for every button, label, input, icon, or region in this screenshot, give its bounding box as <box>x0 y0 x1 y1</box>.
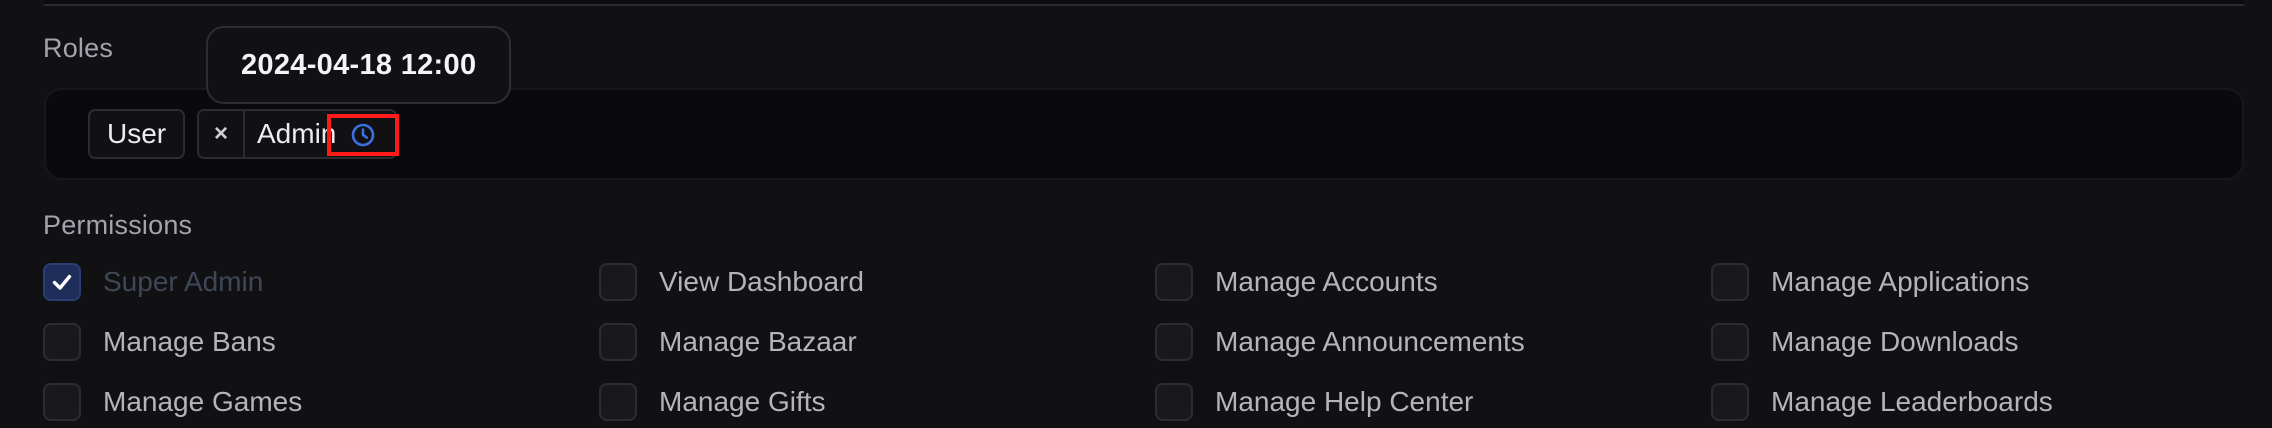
checkbox[interactable] <box>1711 263 1749 301</box>
permission-manage-leaderboards[interactable]: Manage Leaderboards <box>1711 382 2053 422</box>
role-expiry-tooltip: 2024-04-18 12:00 <box>206 26 512 104</box>
permission-manage-applications[interactable]: Manage Applications <box>1711 262 2029 302</box>
checkbox[interactable] <box>1155 383 1193 421</box>
checkbox[interactable] <box>1711 323 1749 361</box>
permission-manage-gifts[interactable]: Manage Gifts <box>599 382 826 422</box>
role-permissions-form: Roles User × Admin 2024-04-18 12:00 Perm… <box>0 0 2272 428</box>
checkbox[interactable] <box>599 383 637 421</box>
permission-label: Manage Announcements <box>1215 326 1525 357</box>
permissions-label: Permissions <box>43 210 193 240</box>
permission-label: Manage Bans <box>103 326 276 357</box>
permission-view-dashboard[interactable]: View Dashboard <box>599 262 864 302</box>
permission-manage-accounts[interactable]: Manage Accounts <box>1155 262 1438 302</box>
permission-label: Manage Bazaar <box>659 326 857 357</box>
permission-manage-bazaar[interactable]: Manage Bazaar <box>599 322 857 362</box>
permission-label: Manage Applications <box>1771 266 2030 297</box>
permission-label: Super Admin <box>103 266 264 297</box>
top-input-edge <box>44 0 2244 6</box>
permission-manage-announcements[interactable]: Manage Announcements <box>1155 322 1525 362</box>
permission-label: Manage Help Center <box>1215 386 1474 417</box>
permission-label: View Dashboard <box>659 266 864 297</box>
check-icon <box>52 274 72 290</box>
permission-label: Manage Games <box>103 386 303 417</box>
checkbox[interactable] <box>1711 383 1749 421</box>
permission-manage-downloads[interactable]: Manage Downloads <box>1711 322 2019 362</box>
remove-role-button[interactable]: × <box>199 111 245 157</box>
permission-label: Manage Downloads <box>1771 326 2019 357</box>
roles-label: Roles <box>43 33 114 63</box>
checkbox[interactable] <box>1155 323 1193 361</box>
checkbox[interactable] <box>599 263 637 301</box>
role-expiry-clock-button[interactable] <box>327 114 399 156</box>
permission-super-admin[interactable]: Super Admin <box>43 262 263 302</box>
role-chip-label: User <box>107 118 167 149</box>
clock-icon <box>351 123 375 147</box>
role-chip-label: Admin <box>257 118 337 149</box>
permission-manage-games[interactable]: Manage Games <box>43 382 302 422</box>
checkbox[interactable] <box>43 323 81 361</box>
checkbox[interactable] <box>1155 263 1193 301</box>
role-chip-user[interactable]: User <box>88 109 186 159</box>
permission-label: Manage Accounts <box>1215 266 1438 297</box>
permission-manage-bans[interactable]: Manage Bans <box>43 322 276 362</box>
permission-label: Manage Gifts <box>659 386 826 417</box>
checkbox[interactable] <box>43 263 81 301</box>
checkbox[interactable] <box>43 383 81 421</box>
checkbox[interactable] <box>599 323 637 361</box>
permission-manage-help-center[interactable]: Manage Help Center <box>1155 382 1473 422</box>
permission-label: Manage Leaderboards <box>1771 386 2053 417</box>
